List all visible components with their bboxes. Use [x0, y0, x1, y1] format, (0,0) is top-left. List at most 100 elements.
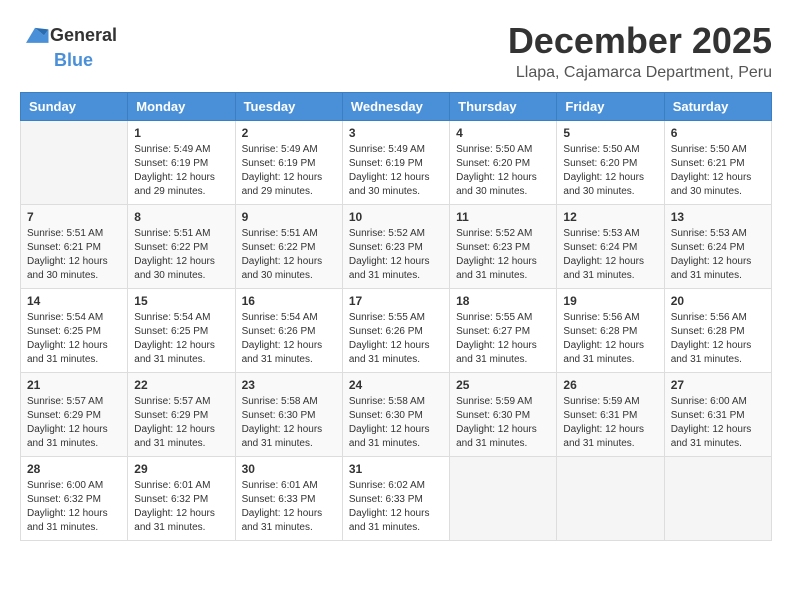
day-number: 19: [563, 294, 657, 308]
day-info: Sunrise: 5:51 AMSunset: 6:21 PMDaylight:…: [27, 228, 108, 281]
header-sunday: Sunday: [21, 93, 128, 121]
day-info: Sunrise: 5:51 AMSunset: 6:22 PMDaylight:…: [134, 228, 215, 281]
day-info: Sunrise: 5:50 AMSunset: 6:20 PMDaylight:…: [563, 144, 644, 197]
day-number: 30: [242, 462, 336, 476]
day-number: 8: [134, 210, 228, 224]
day-info: Sunrise: 5:58 AMSunset: 6:30 PMDaylight:…: [242, 396, 323, 449]
calendar-cell: 29 Sunrise: 6:01 AMSunset: 6:32 PMDaylig…: [128, 457, 235, 541]
day-number: 18: [456, 294, 550, 308]
day-info: Sunrise: 5:55 AMSunset: 6:27 PMDaylight:…: [456, 312, 537, 365]
day-info: Sunrise: 6:00 AMSunset: 6:32 PMDaylight:…: [27, 480, 108, 533]
header-saturday: Saturday: [664, 93, 771, 121]
logo-icon: [20, 20, 50, 50]
calendar-cell: 19 Sunrise: 5:56 AMSunset: 6:28 PMDaylig…: [557, 289, 664, 373]
day-info: Sunrise: 5:50 AMSunset: 6:20 PMDaylight:…: [456, 144, 537, 197]
day-number: 14: [27, 294, 121, 308]
header-wednesday: Wednesday: [342, 93, 449, 121]
calendar-cell: 4 Sunrise: 5:50 AMSunset: 6:20 PMDayligh…: [450, 121, 557, 205]
calendar-cell: 5 Sunrise: 5:50 AMSunset: 6:20 PMDayligh…: [557, 121, 664, 205]
month-title: December 2025: [508, 20, 772, 62]
calendar-cell: 26 Sunrise: 5:59 AMSunset: 6:31 PMDaylig…: [557, 373, 664, 457]
calendar-cell: 21 Sunrise: 5:57 AMSunset: 6:29 PMDaylig…: [21, 373, 128, 457]
day-info: Sunrise: 5:58 AMSunset: 6:30 PMDaylight:…: [349, 396, 430, 449]
day-info: Sunrise: 5:59 AMSunset: 6:30 PMDaylight:…: [456, 396, 537, 449]
day-number: 27: [671, 378, 765, 392]
calendar-cell: 8 Sunrise: 5:51 AMSunset: 6:22 PMDayligh…: [128, 205, 235, 289]
day-number: 21: [27, 378, 121, 392]
day-info: Sunrise: 5:52 AMSunset: 6:23 PMDaylight:…: [456, 228, 537, 281]
day-number: 4: [456, 126, 550, 140]
day-number: 25: [456, 378, 550, 392]
day-info: Sunrise: 5:55 AMSunset: 6:26 PMDaylight:…: [349, 312, 430, 365]
day-info: Sunrise: 5:56 AMSunset: 6:28 PMDaylight:…: [563, 312, 644, 365]
calendar-cell: 17 Sunrise: 5:55 AMSunset: 6:26 PMDaylig…: [342, 289, 449, 373]
calendar-cell: [557, 457, 664, 541]
day-info: Sunrise: 6:00 AMSunset: 6:31 PMDaylight:…: [671, 396, 752, 449]
logo: General Blue: [20, 20, 117, 71]
calendar-cell: 22 Sunrise: 5:57 AMSunset: 6:29 PMDaylig…: [128, 373, 235, 457]
calendar-cell: 14 Sunrise: 5:54 AMSunset: 6:25 PMDaylig…: [21, 289, 128, 373]
day-info: Sunrise: 5:54 AMSunset: 6:26 PMDaylight:…: [242, 312, 323, 365]
day-info: Sunrise: 5:49 AMSunset: 6:19 PMDaylight:…: [134, 144, 215, 197]
calendar-cell: 12 Sunrise: 5:53 AMSunset: 6:24 PMDaylig…: [557, 205, 664, 289]
header-thursday: Thursday: [450, 93, 557, 121]
header-friday: Friday: [557, 93, 664, 121]
day-info: Sunrise: 6:02 AMSunset: 6:33 PMDaylight:…: [349, 480, 430, 533]
day-number: 9: [242, 210, 336, 224]
day-number: 16: [242, 294, 336, 308]
week-row-0: 1 Sunrise: 5:49 AMSunset: 6:19 PMDayligh…: [21, 121, 772, 205]
calendar-cell: 27 Sunrise: 6:00 AMSunset: 6:31 PMDaylig…: [664, 373, 771, 457]
calendar-cell: 28 Sunrise: 6:00 AMSunset: 6:32 PMDaylig…: [21, 457, 128, 541]
week-row-4: 28 Sunrise: 6:00 AMSunset: 6:32 PMDaylig…: [21, 457, 772, 541]
calendar-cell: 20 Sunrise: 5:56 AMSunset: 6:28 PMDaylig…: [664, 289, 771, 373]
day-info: Sunrise: 5:49 AMSunset: 6:19 PMDaylight:…: [349, 144, 430, 197]
calendar-cell: 6 Sunrise: 5:50 AMSunset: 6:21 PMDayligh…: [664, 121, 771, 205]
day-info: Sunrise: 6:01 AMSunset: 6:32 PMDaylight:…: [134, 480, 215, 533]
calendar-cell: 15 Sunrise: 5:54 AMSunset: 6:25 PMDaylig…: [128, 289, 235, 373]
day-number: 1: [134, 126, 228, 140]
calendar-cell: 18 Sunrise: 5:55 AMSunset: 6:27 PMDaylig…: [450, 289, 557, 373]
calendar-cell: [21, 121, 128, 205]
day-info: Sunrise: 5:52 AMSunset: 6:23 PMDaylight:…: [349, 228, 430, 281]
day-number: 17: [349, 294, 443, 308]
weekday-header-row: Sunday Monday Tuesday Wednesday Thursday…: [21, 93, 772, 121]
header-tuesday: Tuesday: [235, 93, 342, 121]
day-number: 29: [134, 462, 228, 476]
day-info: Sunrise: 5:49 AMSunset: 6:19 PMDaylight:…: [242, 144, 323, 197]
day-info: Sunrise: 5:56 AMSunset: 6:28 PMDaylight:…: [671, 312, 752, 365]
day-number: 10: [349, 210, 443, 224]
day-info: Sunrise: 5:57 AMSunset: 6:29 PMDaylight:…: [134, 396, 215, 449]
day-info: Sunrise: 6:01 AMSunset: 6:33 PMDaylight:…: [242, 480, 323, 533]
calendar-cell: 11 Sunrise: 5:52 AMSunset: 6:23 PMDaylig…: [450, 205, 557, 289]
page-header: General Blue December 2025 Llapa, Cajama…: [20, 20, 772, 82]
day-number: 3: [349, 126, 443, 140]
day-number: 13: [671, 210, 765, 224]
day-info: Sunrise: 5:57 AMSunset: 6:29 PMDaylight:…: [27, 396, 108, 449]
day-info: Sunrise: 5:53 AMSunset: 6:24 PMDaylight:…: [671, 228, 752, 281]
calendar-cell: 3 Sunrise: 5:49 AMSunset: 6:19 PMDayligh…: [342, 121, 449, 205]
calendar-cell: 23 Sunrise: 5:58 AMSunset: 6:30 PMDaylig…: [235, 373, 342, 457]
calendar-cell: 7 Sunrise: 5:51 AMSunset: 6:21 PMDayligh…: [21, 205, 128, 289]
day-number: 15: [134, 294, 228, 308]
calendar-table: Sunday Monday Tuesday Wednesday Thursday…: [20, 92, 772, 541]
calendar-cell: 25 Sunrise: 5:59 AMSunset: 6:30 PMDaylig…: [450, 373, 557, 457]
day-number: 11: [456, 210, 550, 224]
day-info: Sunrise: 5:54 AMSunset: 6:25 PMDaylight:…: [27, 312, 108, 365]
day-number: 12: [563, 210, 657, 224]
day-number: 31: [349, 462, 443, 476]
day-number: 20: [671, 294, 765, 308]
day-number: 6: [671, 126, 765, 140]
calendar-cell: 13 Sunrise: 5:53 AMSunset: 6:24 PMDaylig…: [664, 205, 771, 289]
day-info: Sunrise: 5:53 AMSunset: 6:24 PMDaylight:…: [563, 228, 644, 281]
day-number: 5: [563, 126, 657, 140]
day-info: Sunrise: 5:50 AMSunset: 6:21 PMDaylight:…: [671, 144, 752, 197]
logo-general-text: General: [50, 25, 117, 46]
day-info: Sunrise: 5:54 AMSunset: 6:25 PMDaylight:…: [134, 312, 215, 365]
week-row-1: 7 Sunrise: 5:51 AMSunset: 6:21 PMDayligh…: [21, 205, 772, 289]
calendar-cell: 10 Sunrise: 5:52 AMSunset: 6:23 PMDaylig…: [342, 205, 449, 289]
day-number: 28: [27, 462, 121, 476]
week-row-2: 14 Sunrise: 5:54 AMSunset: 6:25 PMDaylig…: [21, 289, 772, 373]
location-title: Llapa, Cajamarca Department, Peru: [508, 64, 772, 82]
day-number: 22: [134, 378, 228, 392]
day-number: 24: [349, 378, 443, 392]
